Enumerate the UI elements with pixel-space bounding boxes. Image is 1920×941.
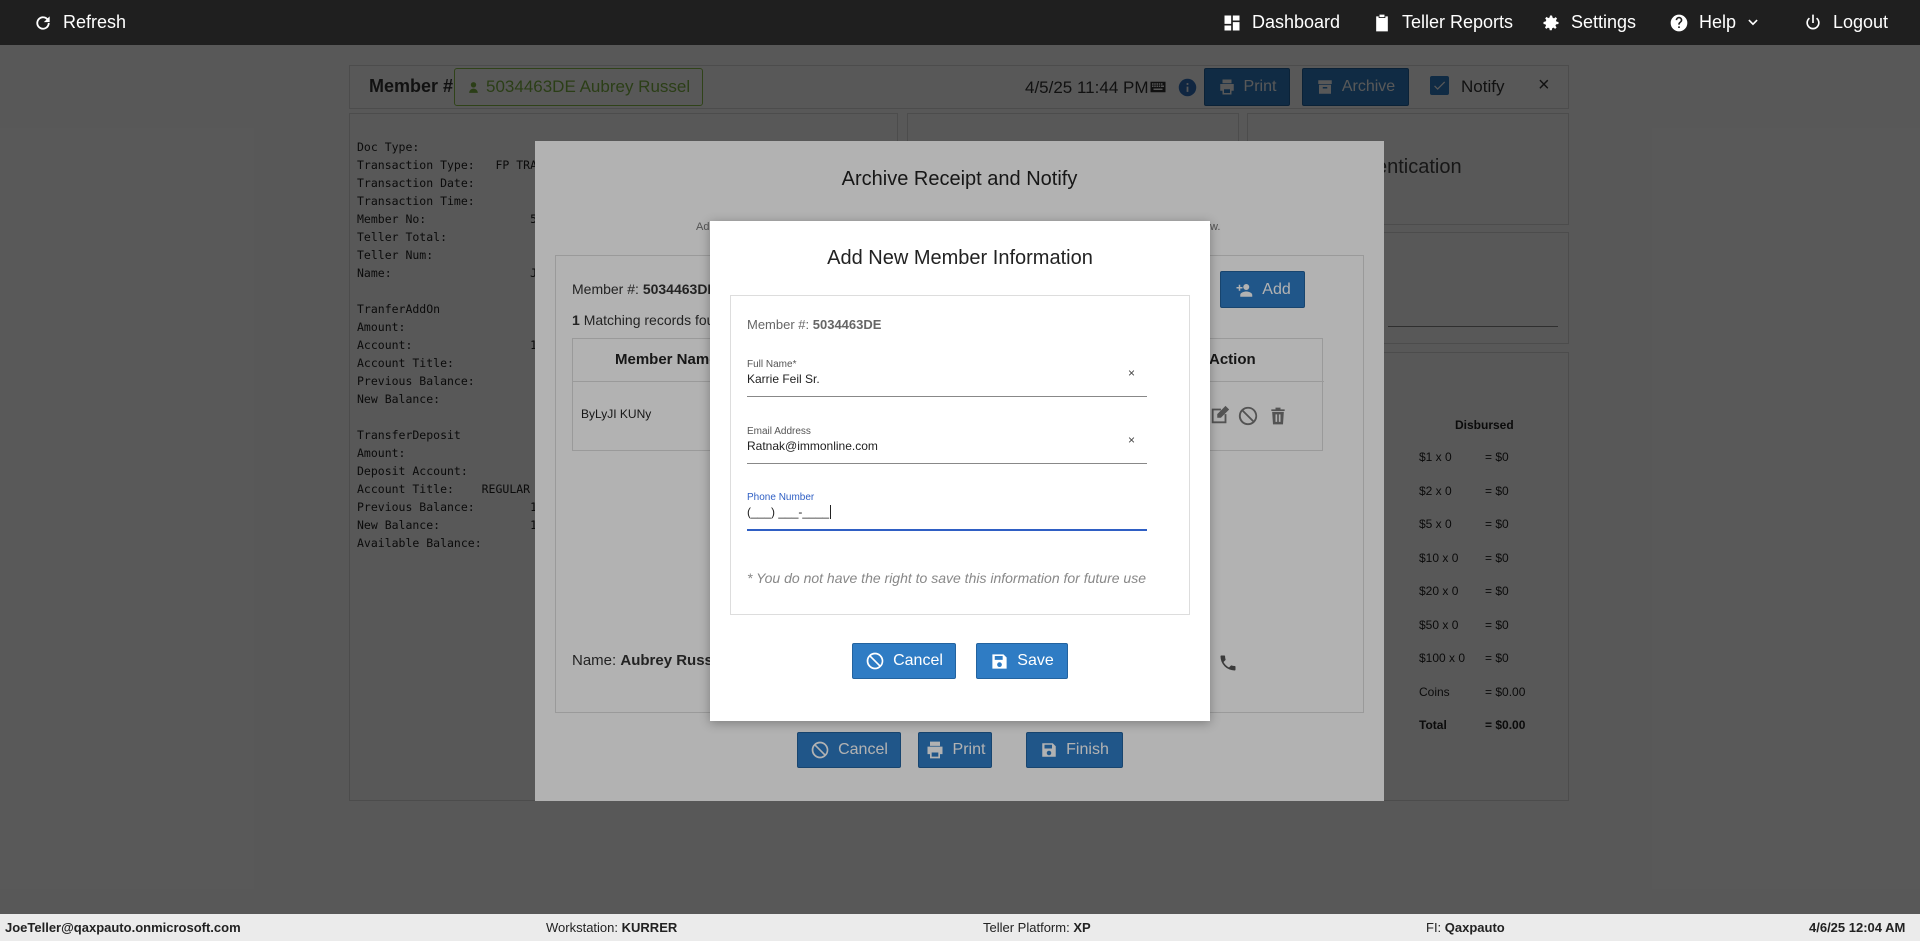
refresh-label: Refresh xyxy=(63,12,127,32)
form-member-no: 5034463DE xyxy=(812,317,882,332)
full-name-clear-button[interactable]: × xyxy=(1128,366,1135,380)
nav-settings-label: Settings xyxy=(1571,12,1637,32)
add-member-form: Member #: 5034463DE Full Name* Karrie Fe… xyxy=(730,295,1190,615)
add-member-title: Add New Member Information xyxy=(827,247,1093,269)
chevron-down-icon xyxy=(1748,19,1758,25)
footer-platform: Teller Platform: XP xyxy=(983,920,1091,935)
email-label: Email Address xyxy=(747,426,811,437)
email-underline xyxy=(747,463,1147,464)
power-icon xyxy=(1806,14,1820,29)
full-name-underline xyxy=(747,396,1147,397)
refresh-icon xyxy=(36,15,50,30)
footer-datetime: 4/6/25 12:04 AM xyxy=(1809,920,1906,935)
member-cancel-label: Cancel xyxy=(893,652,943,669)
nav-settings[interactable]: Settings xyxy=(1541,0,1636,45)
full-name-input[interactable]: Karrie Feil Sr. xyxy=(747,372,820,386)
member-save-label: Save xyxy=(1017,652,1054,669)
footer-fi-label: FI: xyxy=(1426,920,1442,935)
nav-logout[interactable]: Logout xyxy=(1803,0,1888,45)
clipboard-icon xyxy=(1376,14,1388,31)
phone-label: Phone Number xyxy=(747,492,815,503)
nav-dashboard[interactable]: Dashboard xyxy=(1222,0,1340,45)
phone-underline xyxy=(747,529,1147,531)
top-navbar: Refresh Dashboard Teller Reports Setting… xyxy=(0,0,1920,45)
member-save-button[interactable]: Save xyxy=(976,643,1068,679)
full-name-label: Full Name* xyxy=(747,359,797,370)
footer-user: JoeTeller@qaxpauto.onmicrosoft.com xyxy=(5,920,241,935)
phone-input[interactable]: (___) ___-____ xyxy=(747,505,832,519)
help-icon xyxy=(1670,14,1688,31)
add-member-modal: Add New Member Information Member #: 503… xyxy=(710,221,1210,721)
ban-icon xyxy=(866,652,884,670)
status-footer: JoeTeller@qaxpauto.onmicrosoft.com Works… xyxy=(0,914,1920,941)
member-cancel-button[interactable]: Cancel xyxy=(852,643,956,679)
footer-fi-value: Qaxpauto xyxy=(1444,920,1505,935)
nav-help[interactable]: Help xyxy=(1669,0,1760,45)
refresh-button[interactable]: Refresh xyxy=(33,0,126,45)
footer-workstation-label: Workstation: xyxy=(546,920,619,935)
footer-fi: FI: Qaxpauto xyxy=(1426,920,1505,935)
email-input[interactable]: Ratnak@immonline.com xyxy=(747,439,878,453)
form-member-prefix: Member #: xyxy=(747,317,810,332)
gear-icon xyxy=(1543,15,1559,30)
form-member-line: Member #: 5034463DE xyxy=(747,317,881,332)
nav-dashboard-label: Dashboard xyxy=(1252,12,1341,32)
footer-workstation-value: KURRER xyxy=(621,920,678,935)
footer-platform-value: XP xyxy=(1073,920,1091,935)
dashboard-icon xyxy=(1224,15,1240,30)
nav-logout-label: Logout xyxy=(1833,12,1889,32)
nav-teller-reports-label: Teller Reports xyxy=(1402,12,1514,32)
footer-workstation: Workstation: KURRER xyxy=(546,920,677,935)
footer-platform-label: Teller Platform: xyxy=(983,920,1070,935)
email-clear-button[interactable]: × xyxy=(1128,433,1135,447)
save-icon xyxy=(992,653,1007,669)
nav-teller-reports[interactable]: Teller Reports xyxy=(1372,0,1513,45)
nav-help-label: Help xyxy=(1699,12,1737,32)
save-notice: * You do not have the right to save this… xyxy=(747,570,1146,586)
